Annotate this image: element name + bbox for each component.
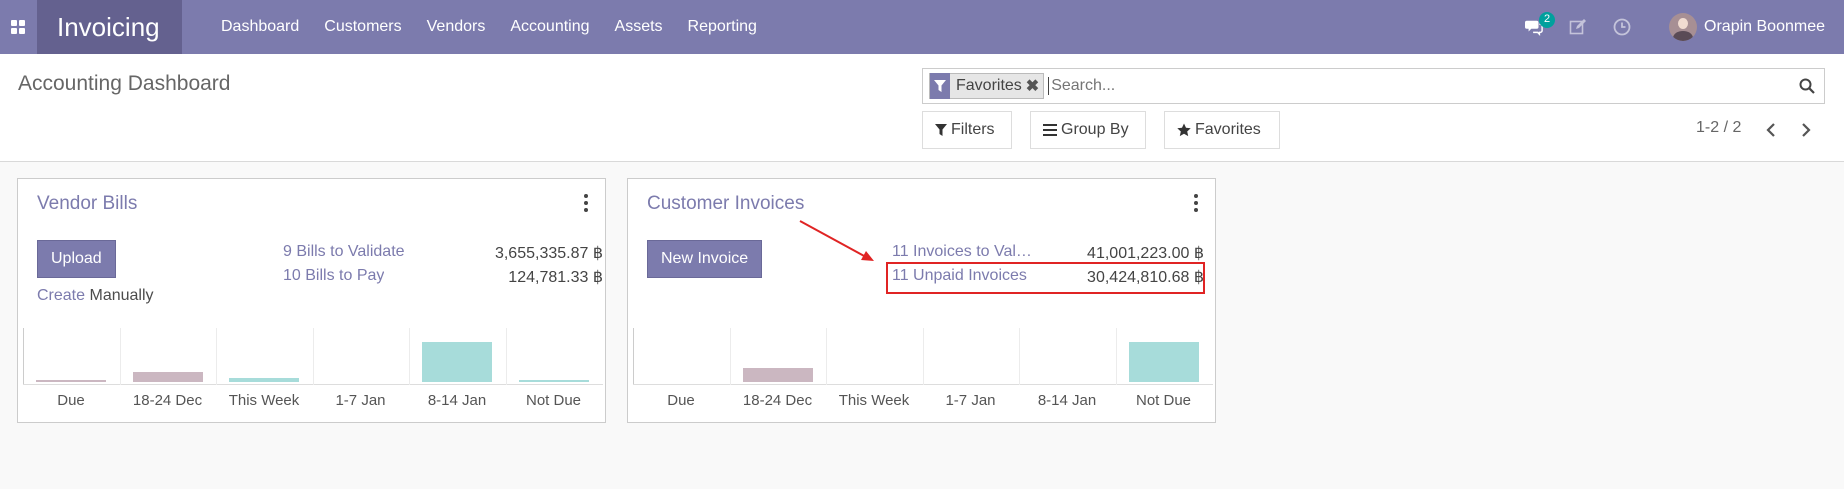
vendor-bills-card: Vendor Bills Upload Create Manually 9 Bi…	[17, 178, 606, 423]
search-bar: Favorites ✖	[922, 68, 1825, 104]
menu-reporting[interactable]: Reporting	[688, 18, 757, 36]
navbar-systray: 2 Orapin Boonmee	[1525, 0, 1844, 54]
list-icon	[1043, 124, 1057, 136]
chart-tick-label: 1-7 Jan	[335, 392, 386, 409]
invoices-to-validate-value: 41,001,223.00 ฿	[1087, 245, 1204, 262]
chevron-left-icon[interactable]	[1759, 118, 1783, 142]
messages-badge: 2	[1539, 12, 1556, 28]
menu-dashboard[interactable]: Dashboard	[221, 18, 299, 36]
chart-bar[interactable]	[422, 342, 493, 382]
bills-to-pay-row: 10 Bills to Pay 124,781.33 ฿	[283, 267, 603, 286]
chart-tick-label: This Week	[838, 392, 910, 409]
user-name: Orapin Boonmee	[1704, 18, 1825, 35]
chart-tick-label: Not Due	[525, 392, 582, 409]
chart-tick-label: Due	[667, 392, 695, 409]
favorites-facet[interactable]: Favorites ✖	[929, 73, 1045, 99]
kebab-menu-icon[interactable]	[1191, 194, 1201, 212]
vendor-bills-title[interactable]: Vendor Bills	[37, 193, 137, 215]
chart-tick-label: Due	[57, 392, 85, 409]
filters-button[interactable]: Filters	[922, 111, 1012, 149]
new-invoice-button[interactable]: New Invoice	[647, 240, 763, 278]
edit-note-icon[interactable]	[1569, 18, 1587, 36]
chart-gridline	[1019, 328, 1020, 385]
top-navbar: Invoicing Dashboard Customers Vendors Ac…	[0, 0, 1844, 54]
facet-label: Favorites	[956, 77, 1022, 94]
chart-gridline	[922, 328, 924, 385]
chart-bar[interactable]	[1128, 342, 1199, 382]
chart-tick-label: Not Due	[1135, 392, 1192, 409]
menu-accounting[interactable]: Accounting	[510, 18, 589, 36]
chart-gridline	[216, 328, 217, 385]
star-icon	[1177, 123, 1191, 137]
activity-clock-icon[interactable]	[1613, 18, 1631, 36]
chart-bar[interactable]	[518, 380, 589, 382]
chart-y-axis	[23, 328, 24, 385]
search-icon[interactable]	[1794, 73, 1820, 99]
bills-to-pay-value: 124,781.33 ฿	[508, 269, 603, 286]
chart-tick-label: 8-14 Jan	[1037, 392, 1097, 409]
customer-invoices-card: Customer Invoices New Invoice 11 Invoice…	[627, 178, 1216, 423]
filter-icon	[935, 124, 947, 136]
chart-gridline	[119, 328, 121, 385]
favorites-button[interactable]: Favorites	[1164, 111, 1280, 149]
user-menu[interactable]: Orapin Boonmee	[1669, 13, 1825, 41]
menu-vendors[interactable]: Vendors	[427, 18, 486, 36]
chart-bar[interactable]	[132, 372, 203, 382]
group-by-button[interactable]: Group By	[1030, 111, 1146, 149]
filter-icon	[930, 73, 950, 99]
invoices-to-validate-link[interactable]: 11 Invoices to Val…	[892, 243, 1038, 261]
chart-bar[interactable]	[742, 368, 813, 382]
create-manually: Create Manually	[37, 287, 154, 305]
chart-tick-label: 1-7 Jan	[945, 392, 996, 409]
chart-gridline	[729, 328, 731, 385]
upload-button[interactable]: Upload	[37, 240, 116, 278]
chart-gridline	[505, 328, 507, 385]
control-panel: Accounting Dashboard Favorites ✖ Filters…	[0, 54, 1844, 162]
app-title[interactable]: Invoicing	[37, 0, 182, 54]
customer-invoices-title[interactable]: Customer Invoices	[647, 193, 804, 215]
pager-value[interactable]: 1-2 / 2	[1696, 119, 1741, 137]
customer-invoices-chart[interactable]: Due 18-24 Dec This Week 1-7 Jan 8-14 Jan Not …	[630, 328, 1213, 418]
highlight-annotation-box	[886, 262, 1205, 294]
menu-customers[interactable]: Customers	[324, 18, 401, 36]
bills-to-validate-row: 9 Bills to Validate 3,655,335.87 ฿	[283, 243, 603, 262]
chart-bar[interactable]	[229, 378, 300, 382]
favorites-label: Favorites	[1195, 121, 1261, 138]
chart-gridline	[312, 328, 314, 385]
chevron-right-icon[interactable]	[1794, 118, 1818, 142]
bills-to-validate-value: 3,655,335.87 ฿	[494, 245, 603, 262]
chart-bar[interactable]	[36, 380, 107, 382]
bills-to-pay-link[interactable]: 10 Bills to Pay	[283, 267, 384, 285]
messages-icon[interactable]: 2	[1525, 12, 1556, 36]
vendor-bills-chart[interactable]: Due 18-24 Dec This Week 1-7 Jan 8-14 Jan Not …	[20, 328, 603, 418]
chart-gridline	[826, 328, 827, 385]
chart-gridline	[1115, 328, 1117, 385]
search-input[interactable]	[1048, 77, 1794, 95]
chart-y-axis	[633, 328, 634, 385]
create-manually-label: Manually	[89, 287, 154, 304]
group-by-label: Group By	[1061, 121, 1129, 138]
page-title: Accounting Dashboard	[18, 72, 231, 95]
apps-menu-icon[interactable]	[0, 0, 36, 54]
chart-tick-label: 18-24 Dec	[132, 392, 203, 409]
chart-tick-label: 8-14 Jan	[427, 392, 487, 409]
avatar	[1669, 13, 1698, 41]
menu-assets[interactable]: Assets	[615, 18, 663, 36]
bills-to-validate-link[interactable]: 9 Bills to Validate	[283, 243, 405, 261]
chart-tick-label: 18-24 Dec	[742, 392, 813, 409]
remove-facet-icon[interactable]: ✖	[1026, 76, 1039, 96]
chart-tick-label: This Week	[228, 392, 300, 409]
main-menu: Dashboard Customers Vendors Accounting A…	[221, 18, 782, 36]
filters-label: Filters	[951, 121, 995, 138]
invoices-to-validate-row: 11 Invoices to Val… 41,001,223.00 ฿	[892, 243, 1204, 262]
chart-gridline	[409, 328, 410, 385]
kebab-menu-icon[interactable]	[581, 194, 591, 212]
create-link[interactable]: Create	[37, 287, 85, 304]
